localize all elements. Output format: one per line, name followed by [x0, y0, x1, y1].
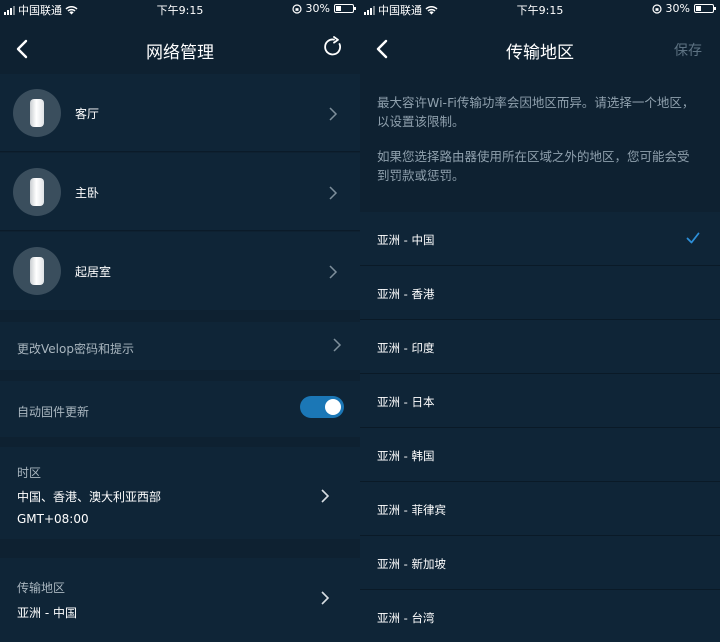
page-title: 传输地区: [506, 43, 574, 63]
region-option[interactable]: 亚洲 - 日本: [360, 374, 720, 428]
node-row-living-room[interactable]: 客厅: [0, 74, 360, 152]
timezone-value: 中国、香港、澳大利亚西部: [17, 490, 162, 504]
region-option-label: 亚洲 - 中国: [377, 233, 435, 247]
change-password-label: 更改Velop密码和提示: [17, 342, 134, 356]
chevron-right-icon: [329, 186, 338, 200]
change-password-row[interactable]: 更改Velop密码和提示: [0, 322, 360, 370]
region-option[interactable]: 亚洲 - 台湾: [360, 590, 720, 642]
chevron-right-icon: [321, 489, 330, 503]
node-label: 起居室: [75, 265, 112, 279]
nav-bar: 网络管理: [0, 24, 360, 74]
node-avatar: [13, 168, 61, 216]
region-option-label: 亚洲 - 香港: [377, 287, 435, 301]
velop-node-icon: [30, 257, 44, 285]
transmit-region-screen: 中国联通 下午9:15 30% 传输地区 保存 最大容许Wi-Fi传输功率会因地…: [360, 0, 720, 642]
status-bar: 中国联通 下午9:15 30%: [360, 0, 720, 18]
toggle-knob: [325, 399, 341, 415]
transmit-region-row[interactable]: 传输地区 亚洲 - 中国: [0, 558, 360, 642]
region-option-label: 亚洲 - 台湾: [377, 611, 435, 625]
region-option[interactable]: 亚洲 - 菲律宾: [360, 482, 720, 536]
region-option[interactable]: 亚洲 - 香港: [360, 266, 720, 320]
region-description: 最大容许Wi-Fi传输功率会因地区而异。请选择一个地区，以设置该限制。: [377, 95, 695, 129]
node-avatar: [13, 247, 61, 295]
network-management-screen: 中国联通 下午9:15 30% 网络管理 客厅 主卧 起居室 更改Velop密码…: [0, 0, 360, 642]
node-row-master-bedroom[interactable]: 主卧: [0, 153, 360, 231]
timezone-offset: GMT+08:00: [17, 512, 89, 526]
chevron-right-icon: [321, 591, 330, 605]
checkmark-icon: [686, 232, 700, 244]
chevron-right-icon: [329, 107, 338, 121]
region-option[interactable]: 亚洲 - 新加坡: [360, 536, 720, 590]
node-row-family-room[interactable]: 起居室: [0, 232, 360, 310]
orientation-lock-icon: [651, 3, 662, 14]
region-value: 亚洲 - 中国: [17, 606, 77, 620]
region-option-label: 亚洲 - 菲律宾: [377, 503, 446, 517]
auto-update-toggle[interactable]: [300, 396, 344, 418]
region-option-label: 亚洲 - 印度: [377, 341, 435, 355]
region-option-label: 亚洲 - 韩国: [377, 449, 435, 463]
region-option[interactable]: 亚洲 - 中国: [360, 212, 720, 266]
battery-percent: 30%: [665, 2, 690, 15]
region-header: 传输地区: [17, 581, 66, 595]
status-bar: 中国联通 下午9:15 30%: [0, 0, 360, 18]
velop-node-icon: [30, 178, 44, 206]
timezone-row[interactable]: 时区 中国、香港、澳大利亚西部 GMT+08:00: [0, 447, 360, 539]
save-button[interactable]: 保存: [674, 40, 702, 60]
region-warning: 如果您选择路由器使用所在区域之外的地区，您可能会受到罚款或惩罚。: [377, 149, 690, 183]
node-label: 主卧: [75, 186, 100, 200]
battery-percent: 30%: [305, 2, 330, 15]
refresh-icon[interactable]: [322, 36, 344, 58]
region-option[interactable]: 亚洲 - 韩国: [360, 428, 720, 482]
chevron-right-icon: [329, 265, 338, 279]
velop-node-icon: [30, 99, 44, 127]
auto-firmware-update-row: 自动固件更新: [0, 381, 360, 437]
battery-icon: [694, 4, 716, 13]
region-option-label: 亚洲 - 日本: [377, 395, 435, 409]
region-option-label: 亚洲 - 新加坡: [377, 557, 446, 571]
page-title: 网络管理: [146, 43, 214, 63]
node-label: 客厅: [75, 107, 100, 121]
battery-icon: [334, 4, 356, 13]
region-option[interactable]: 亚洲 - 印度: [360, 320, 720, 374]
nav-bar: 传输地区 保存: [360, 24, 720, 74]
node-avatar: [13, 89, 61, 137]
timezone-header: 时区: [17, 466, 42, 480]
orientation-lock-icon: [291, 3, 302, 14]
auto-update-label: 自动固件更新: [17, 405, 90, 419]
chevron-right-icon: [333, 338, 342, 352]
